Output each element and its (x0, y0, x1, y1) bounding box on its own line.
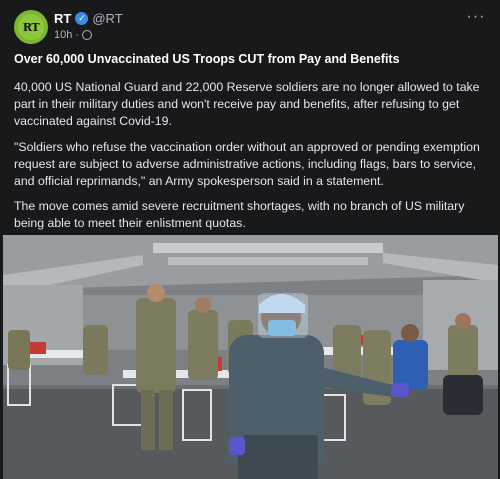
more-options-icon[interactable]: ··· (466, 9, 486, 26)
post-time[interactable]: 10h (54, 29, 72, 41)
author-row: RT ✓ @RT (54, 11, 123, 26)
post-paragraph-2: "Soldiers who refuse the vaccination ord… (14, 140, 480, 188)
globe-icon (82, 30, 93, 40)
avatar[interactable]: RT (14, 10, 48, 44)
post-meta: 10h · (54, 29, 93, 41)
author-name[interactable]: RT (54, 11, 71, 26)
post-paragraph-3: The move comes amid severe recruitment s… (14, 199, 465, 230)
post-title: Over 60,000 Unvaccinated US Troops CUT f… (14, 52, 400, 66)
post-header: RT RT ✓ @RT 10h · ··· (14, 9, 486, 46)
verified-badge-icon: ✓ (75, 12, 89, 25)
post-photo[interactable] (3, 235, 498, 479)
post-card: RT RT ✓ @RT 10h · ··· Over 60,000 Unvacc… (0, 0, 500, 479)
meta-separator: · (75, 29, 80, 41)
photo-illustration (3, 235, 498, 479)
post-paragraph-1: 40,000 US National Guard and 22,000 Rese… (14, 80, 480, 128)
avatar-logo: RT (18, 14, 44, 40)
author-handle[interactable]: @RT (92, 11, 122, 26)
